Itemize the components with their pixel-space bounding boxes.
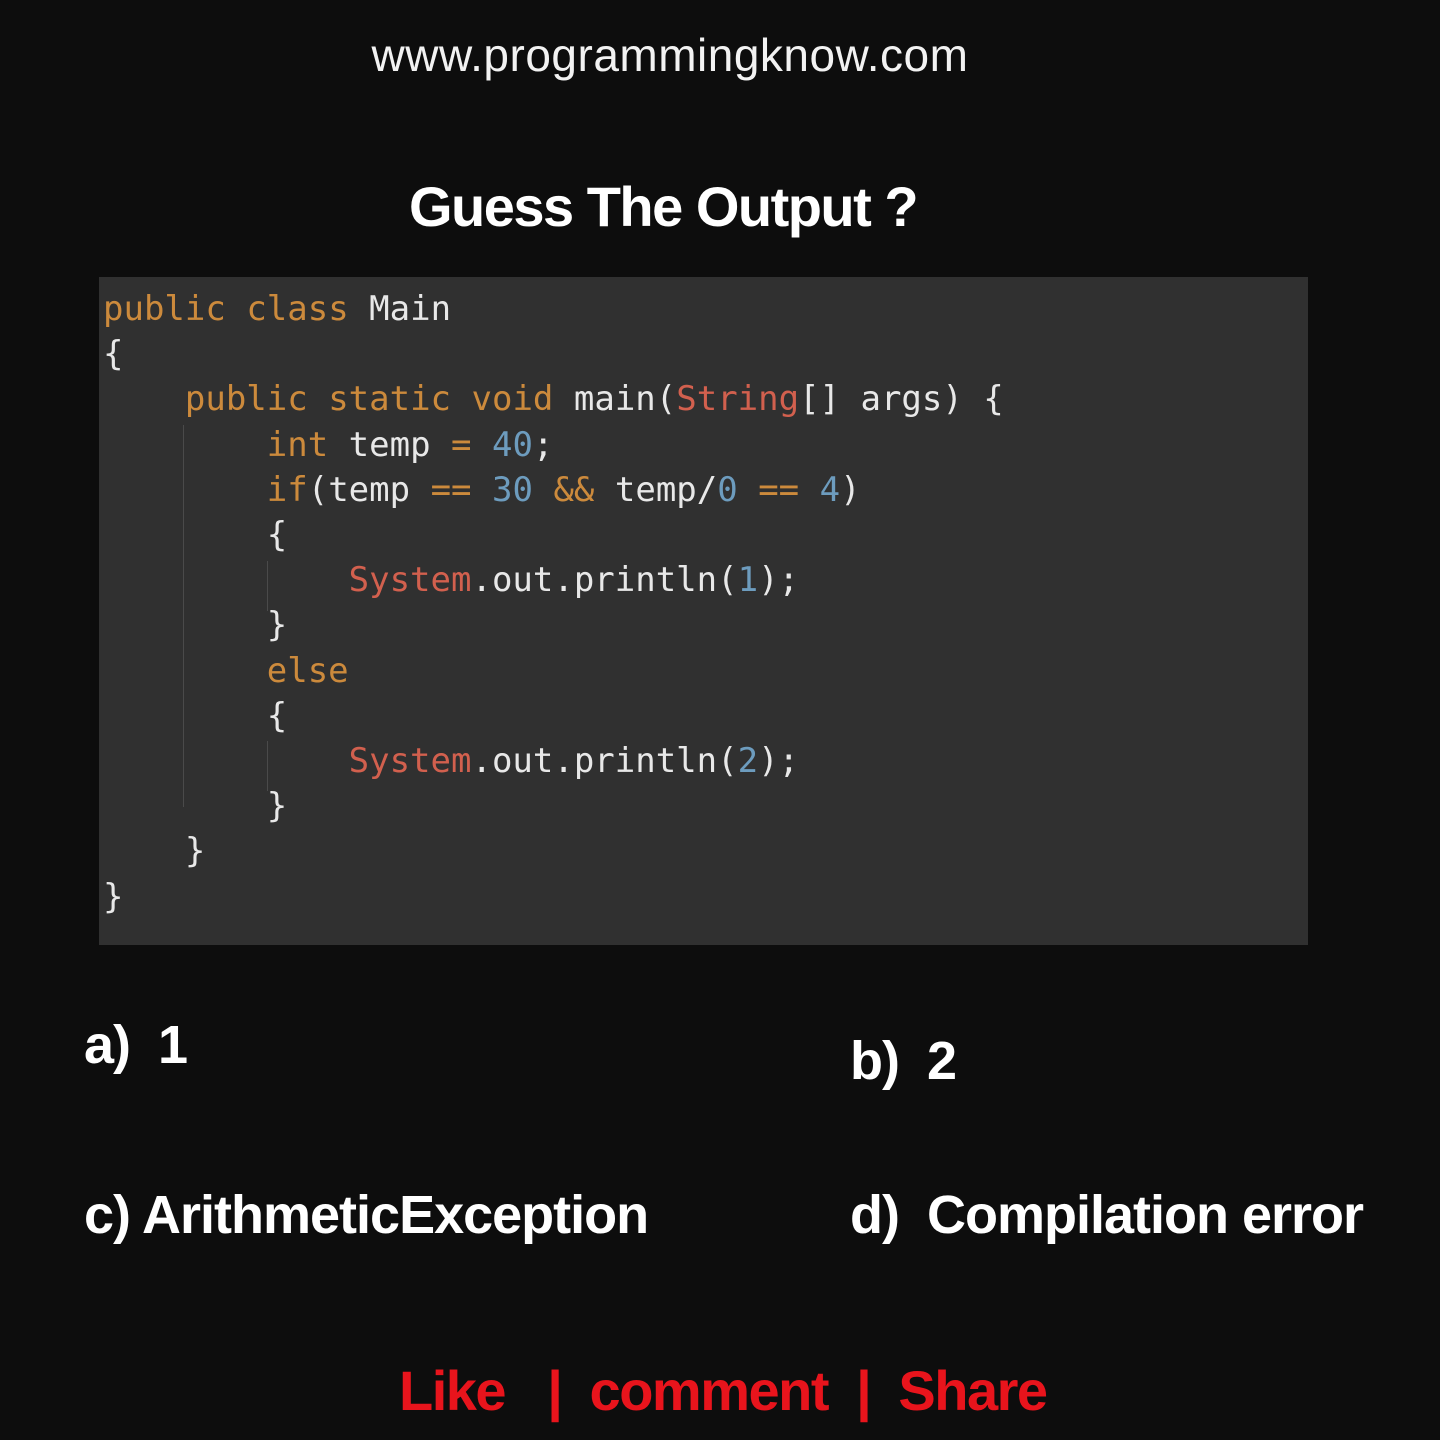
like-label: Like [399, 1359, 507, 1422]
option-c-text: ArithmeticException [142, 1185, 649, 1245]
option-a-label: a) [84, 1015, 131, 1075]
separator: | [856, 1359, 872, 1422]
option-b-text: 2 [926, 1031, 957, 1091]
code-line: { [103, 334, 124, 375]
separator: | [547, 1359, 563, 1422]
option-d[interactable]: d) Compilation error [850, 1184, 1364, 1246]
code-block: public class Main { public static void m… [103, 287, 1004, 920]
comment-label: comment [589, 1359, 830, 1422]
code-line: public static void main(String[] args) { [184, 379, 1004, 420]
code-line: } [266, 605, 288, 646]
code-line: public class Main [103, 289, 452, 329]
code-line: } [184, 831, 206, 872]
code-snippet: public class Main { public static void m… [99, 277, 1308, 945]
code-line: System.out.println(2); [348, 741, 800, 782]
code-line: } [266, 786, 288, 827]
code-line: else [266, 650, 349, 691]
option-c-label: c) [84, 1185, 131, 1245]
option-d-text: Compilation error [926, 1185, 1364, 1245]
code-line: } [103, 876, 124, 917]
share-label: Share [898, 1359, 1048, 1422]
option-a-text: 1 [158, 1015, 188, 1075]
code-line: if(temp == 30 && temp/0 == 4) [266, 469, 861, 510]
option-d-label: d) [850, 1185, 900, 1245]
option-a[interactable]: a) 1 [84, 1014, 188, 1076]
site-url: www.programmingknow.com [371, 29, 969, 81]
option-b-label: b) [850, 1031, 900, 1091]
option-c[interactable]: c) ArithmeticException [84, 1184, 649, 1246]
option-b[interactable]: b) 2 [850, 1030, 957, 1092]
code-line: { [266, 515, 288, 556]
quiz-title: Guess The Output ? [408, 175, 919, 238]
code-line: { [266, 695, 288, 736]
code-line: int temp = 40; [266, 424, 554, 465]
social-call-to-action: Like | comment | Share [399, 1358, 1048, 1423]
code-line: System.out.println(1); [348, 560, 800, 601]
